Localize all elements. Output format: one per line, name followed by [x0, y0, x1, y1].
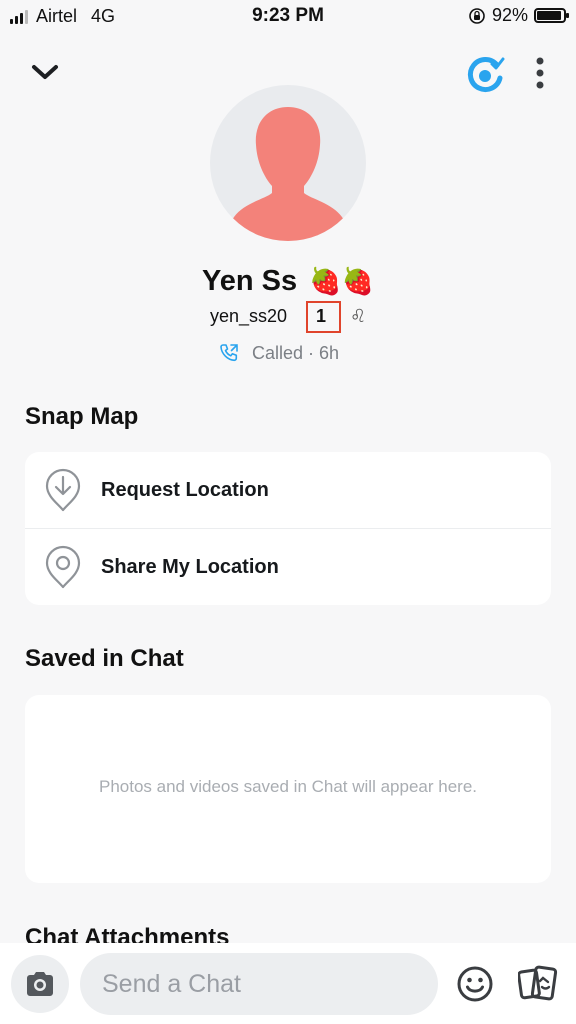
request-location-label: Request Location	[101, 478, 269, 501]
profile-name: Yen Ss 🍓🍓	[0, 265, 576, 298]
share-location-label: Share My Location	[101, 555, 279, 578]
avatar[interactable]	[210, 85, 366, 241]
status-bar: Airtel 4G 9:23 PM 92%	[0, 0, 576, 34]
location-pin-icon	[45, 545, 81, 589]
more-vertical-icon	[536, 57, 544, 89]
phone-outgoing-icon	[220, 344, 238, 362]
saved-in-chat-card: Photos and videos saved in Chat will app…	[25, 695, 551, 883]
call-status: Called · 6h	[218, 342, 339, 364]
bitmoji-check-icon	[467, 57, 505, 92]
bottom-bar	[0, 943, 576, 1024]
collapse-button[interactable]	[26, 56, 64, 88]
orientation-lock-icon	[469, 7, 485, 24]
zodiac-sign: ♌	[350, 306, 367, 326]
call-status-label: Called · 6h	[252, 342, 340, 363]
bitmoji-button[interactable]	[464, 52, 508, 96]
camera-icon	[27, 972, 53, 996]
profile-meta: yen_ss20 1 ♌	[0, 301, 576, 333]
sticker-cards-icon	[517, 965, 558, 1001]
battery-percent: 92%	[491, 5, 528, 25]
status-right: 92%	[468, 5, 569, 26]
snap-map-title: Snap Map	[25, 403, 139, 430]
default-avatar-icon	[228, 107, 348, 241]
chat-input[interactable]	[80, 953, 438, 1015]
saved-empty-text: Photos and videos saved in Chat will app…	[98, 777, 477, 796]
snap-score[interactable]: 1	[316, 306, 326, 327]
saved-in-chat-title: Saved in Chat	[25, 645, 184, 672]
username: yen_ss20	[210, 306, 288, 326]
sticker-button[interactable]	[517, 965, 558, 1008]
request-location-row[interactable]: Request Location	[25, 452, 551, 528]
battery-icon	[534, 8, 569, 23]
share-location-row[interactable]: Share My Location	[25, 529, 551, 605]
snap-map-card: Request Location Share My Location	[25, 452, 551, 605]
more-options-button[interactable]	[526, 54, 554, 92]
location-download-icon	[45, 468, 81, 512]
battery-fill	[537, 11, 561, 20]
emoji-button[interactable]	[456, 965, 494, 1008]
camera-button[interactable]	[11, 955, 69, 1013]
display-name: Yen Ss	[202, 265, 298, 297]
smiley-icon	[457, 966, 493, 1002]
chevron-down-icon	[32, 65, 58, 79]
name-emoji: 🍓🍓	[309, 266, 374, 296]
